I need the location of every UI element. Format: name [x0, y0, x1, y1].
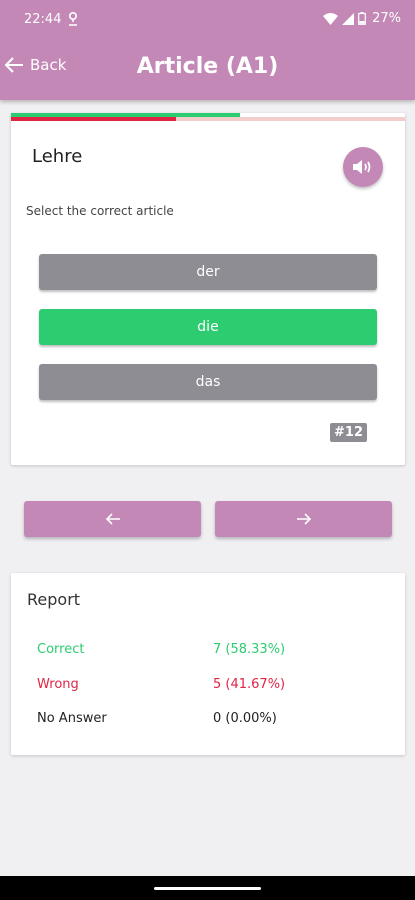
report-value-correct: 7 (58.33%) [213, 642, 286, 657]
battery-percent: 27% [372, 11, 401, 26]
speaker-button[interactable] [343, 147, 383, 187]
report-value-no-answer: 0 (0.00%) [213, 711, 277, 726]
next-button[interactable] [215, 501, 392, 537]
report-label-wrong: Wrong [37, 677, 79, 692]
battery-icon [358, 12, 366, 25]
wifi-icon [323, 12, 339, 25]
notification-icon [68, 11, 78, 26]
app-header: 22:44 27% Back Article (A1) [0, 0, 415, 100]
page-title: Article (A1) [136, 54, 279, 79]
report-value-wrong: 5 (41.67%) [213, 677, 286, 692]
arrow-right-icon [296, 513, 311, 525]
signal-icon [342, 12, 355, 25]
option-die-button[interactable]: die [39, 309, 377, 345]
report-card: Report Correct 7 (58.33%) Wrong 5 (41.67… [11, 573, 405, 755]
system-navigation-bar [0, 876, 415, 900]
home-gesture-handle[interactable] [154, 887, 261, 890]
report-title: Report [27, 590, 81, 609]
question-card: Lehre Select the correct article der die… [11, 113, 405, 465]
status-icons: 27% [323, 11, 401, 26]
question-word: Lehre [32, 146, 83, 167]
previous-button[interactable] [24, 501, 201, 537]
question-number-badge: #12 [330, 423, 367, 442]
progress-bar [11, 113, 405, 121]
option-das-button[interactable]: das [39, 364, 377, 400]
status-time: 22:44 [24, 12, 62, 27]
instruction-text: Select the correct article [26, 204, 174, 218]
arrow-left-icon [105, 513, 120, 525]
status-bar: 22:44 27% [0, 0, 415, 40]
option-der-button[interactable]: der [39, 254, 377, 290]
report-label-correct: Correct [37, 642, 85, 657]
report-label-no-answer: No Answer [37, 711, 107, 726]
speaker-icon [353, 160, 371, 174]
progress-wrong [11, 117, 176, 121]
